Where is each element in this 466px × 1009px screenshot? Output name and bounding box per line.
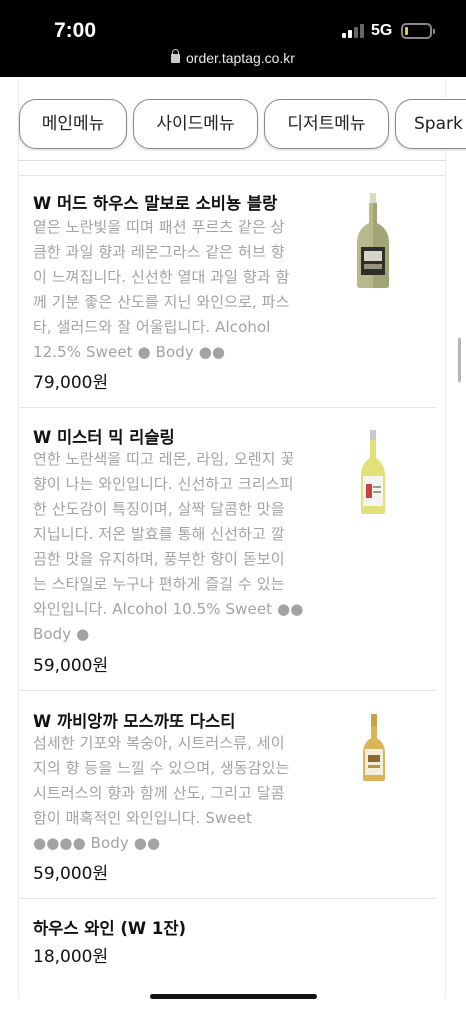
home-indicator[interactable]	[150, 994, 317, 999]
item-price: 18,000원	[33, 947, 109, 967]
menu-item[interactable]: 하우스 와인 (W 1잔) 18,000원	[20, 899, 436, 997]
item-description: 옅은 노란빛을 띠며 패션 푸르츠 같은 상 큼한 과일 향과 레몬그라스 같은…	[33, 218, 290, 361]
tab-main-menu[interactable]: 메인메뉴	[19, 99, 127, 149]
scrollbar[interactable]	[458, 338, 461, 382]
item-name: W 까비앙까 모스까또 다스티	[33, 712, 236, 731]
item-description: 섬세한 기포와 복숭아, 시트러스류, 세이 지의 향 등을 느낄 수 있으며,…	[33, 734, 290, 852]
category-tabs[interactable]: 메인메뉴 사이드메뉴 디저트메뉴 Spark	[0, 99, 466, 151]
divider	[18, 160, 446, 161]
signal-icon	[342, 24, 364, 38]
item-name: W 머드 하우스 말보로 소비뇽 블랑	[33, 194, 278, 213]
item-price: 79,000원	[33, 373, 109, 393]
battery-icon	[401, 23, 435, 39]
tab-sparkling[interactable]: Spark	[395, 99, 466, 149]
menu-item[interactable]: W 미스터 믹 리슬링 연한 노란색을 띠고 레몬, 라임, 오렌지 꽃 향이 …	[20, 408, 436, 691]
wine-bottle-image	[357, 193, 389, 288]
item-price: 59,000원	[33, 656, 109, 676]
status-time: 7:00	[54, 19, 97, 42]
tab-dessert-menu[interactable]: 디저트메뉴	[264, 99, 389, 149]
menu-item[interactable]: W 머드 하우스 말보로 소비뇽 블랑 옅은 노란빛을 띠며 패션 푸르츠 같은…	[20, 176, 436, 408]
menu-item[interactable]: W 까비앙까 모스까또 다스티 섬세한 기포와 복숭아, 시트러스류, 세이 지…	[20, 691, 436, 899]
item-description: 연한 노란색을 띠고 레몬, 라임, 오렌지 꽃 향이 나는 와인입니다. 신선…	[33, 450, 304, 643]
item-name: 하우스 와인 (W 1잔)	[33, 919, 187, 938]
lock-icon	[171, 49, 181, 63]
wine-bottle-image	[363, 714, 385, 781]
item-name: W 미스터 믹 리슬링	[33, 428, 175, 447]
tab-side-menu[interactable]: 사이드메뉴	[133, 99, 258, 149]
wine-bottle-image	[361, 430, 385, 514]
network-label: 5G	[371, 22, 393, 39]
item-price: 59,000원	[33, 864, 109, 884]
status-bar: 7:00 5G order.taptag.co.kr	[0, 0, 466, 77]
address-bar[interactable]: order.taptag.co.kr	[0, 49, 466, 66]
url-text: order.taptag.co.kr	[186, 50, 295, 66]
